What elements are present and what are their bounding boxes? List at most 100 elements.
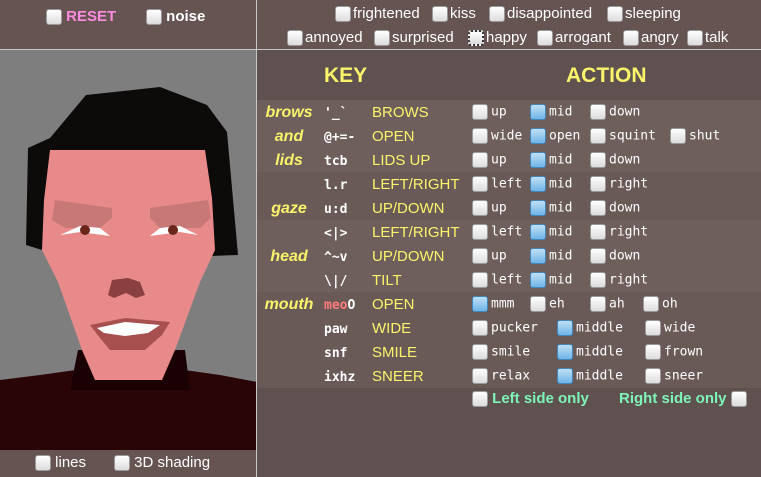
option-oh[interactable]: oh bbox=[643, 296, 678, 312]
left-side-only[interactable]: Left side only bbox=[472, 390, 589, 408]
option-mid[interactable]: mid bbox=[530, 104, 572, 120]
option-mmm[interactable]: mmm bbox=[472, 296, 514, 312]
reset-checkbox[interactable] bbox=[46, 9, 62, 26]
option-checkbox[interactable] bbox=[530, 224, 546, 240]
option-checkbox[interactable] bbox=[590, 272, 606, 288]
option-checkbox[interactable] bbox=[643, 296, 659, 312]
option-mid[interactable]: mid bbox=[530, 200, 572, 216]
right-side-only[interactable]: Right side only bbox=[619, 390, 747, 408]
option-checkbox[interactable] bbox=[530, 176, 546, 192]
option-checkbox[interactable] bbox=[557, 320, 573, 336]
option-left[interactable]: left bbox=[472, 272, 522, 288]
option-up[interactable]: up bbox=[472, 200, 507, 216]
option-left[interactable]: left bbox=[472, 176, 522, 192]
option-checkbox[interactable] bbox=[472, 272, 488, 288]
option-eh[interactable]: eh bbox=[530, 296, 565, 312]
emotion-kiss[interactable]: kiss bbox=[432, 5, 476, 23]
option-right[interactable]: right bbox=[590, 224, 648, 240]
option-checkbox[interactable] bbox=[530, 128, 546, 144]
reset-control[interactable]: RESET bbox=[46, 8, 116, 26]
option-up[interactable]: up bbox=[472, 248, 507, 264]
option-checkbox[interactable] bbox=[472, 200, 488, 216]
option-checkbox[interactable] bbox=[472, 152, 488, 168]
option-pucker[interactable]: pucker bbox=[472, 320, 538, 336]
option-middle[interactable]: middle bbox=[557, 368, 623, 384]
option-checkbox[interactable] bbox=[670, 128, 686, 144]
angry-checkbox[interactable] bbox=[623, 30, 639, 47]
kiss-checkbox[interactable] bbox=[432, 6, 448, 23]
noise-control[interactable]: noise bbox=[146, 8, 205, 26]
option-checkbox[interactable] bbox=[590, 152, 606, 168]
annoyed-checkbox[interactable] bbox=[287, 30, 303, 47]
option-checkbox[interactable] bbox=[472, 176, 488, 192]
option-down[interactable]: down bbox=[590, 104, 640, 120]
noise-checkbox[interactable] bbox=[146, 9, 162, 26]
option-ah[interactable]: ah bbox=[590, 296, 625, 312]
option-wide[interactable]: wide bbox=[472, 128, 522, 144]
option-left[interactable]: left bbox=[472, 224, 522, 240]
option-mid[interactable]: mid bbox=[530, 176, 572, 192]
option-open[interactable]: open bbox=[530, 128, 580, 144]
shading-checkbox[interactable] bbox=[114, 455, 130, 472]
option-checkbox[interactable] bbox=[645, 320, 661, 336]
option-down[interactable]: down bbox=[590, 200, 640, 216]
option-checkbox[interactable] bbox=[645, 368, 661, 384]
option-checkbox[interactable] bbox=[530, 296, 546, 312]
option-shut[interactable]: shut bbox=[670, 128, 720, 144]
option-checkbox[interactable] bbox=[472, 248, 488, 264]
option-mid[interactable]: mid bbox=[530, 152, 572, 168]
option-up[interactable]: up bbox=[472, 104, 507, 120]
emotion-sleeping[interactable]: sleeping bbox=[607, 5, 681, 23]
option-sneer[interactable]: sneer bbox=[645, 368, 703, 384]
option-checkbox[interactable] bbox=[472, 104, 488, 120]
option-checkbox[interactable] bbox=[590, 248, 606, 264]
option-checkbox[interactable] bbox=[557, 344, 573, 360]
emotion-happy[interactable]: happy bbox=[468, 29, 527, 47]
option-checkbox[interactable] bbox=[590, 176, 606, 192]
emotion-disappointed[interactable]: disappointed bbox=[489, 5, 592, 23]
option-checkbox[interactable] bbox=[645, 344, 661, 360]
option-mid[interactable]: mid bbox=[530, 224, 572, 240]
surprised-checkbox[interactable] bbox=[374, 30, 390, 47]
emotion-annoyed[interactable]: annoyed bbox=[287, 29, 363, 47]
option-down[interactable]: down bbox=[590, 152, 640, 168]
option-checkbox[interactable] bbox=[530, 248, 546, 264]
frightened-checkbox[interactable] bbox=[335, 6, 351, 23]
lines-control[interactable]: lines bbox=[35, 454, 86, 472]
option-smile[interactable]: smile bbox=[472, 344, 530, 360]
option-checkbox[interactable] bbox=[530, 272, 546, 288]
sleeping-checkbox[interactable] bbox=[607, 6, 623, 23]
option-up[interactable]: up bbox=[472, 152, 507, 168]
right-side-checkbox[interactable] bbox=[730, 391, 747, 408]
option-checkbox[interactable] bbox=[472, 368, 488, 384]
option-checkbox[interactable] bbox=[472, 320, 488, 336]
talk-checkbox[interactable] bbox=[687, 30, 703, 47]
option-checkbox[interactable] bbox=[472, 296, 488, 312]
option-squint[interactable]: squint bbox=[590, 128, 656, 144]
option-checkbox[interactable] bbox=[590, 104, 606, 120]
lines-checkbox[interactable] bbox=[35, 455, 51, 472]
option-checkbox[interactable] bbox=[557, 368, 573, 384]
option-checkbox[interactable] bbox=[472, 344, 488, 360]
option-checkbox[interactable] bbox=[472, 224, 488, 240]
option-checkbox[interactable] bbox=[590, 296, 606, 312]
emotion-angry[interactable]: angry bbox=[623, 29, 679, 47]
face-canvas[interactable] bbox=[0, 50, 257, 450]
option-middle[interactable]: middle bbox=[557, 320, 623, 336]
option-checkbox[interactable] bbox=[590, 224, 606, 240]
emotion-frightened[interactable]: frightened bbox=[335, 5, 420, 23]
happy-checkbox[interactable] bbox=[468, 30, 484, 47]
option-checkbox[interactable] bbox=[530, 152, 546, 168]
option-checkbox[interactable] bbox=[530, 200, 546, 216]
emotion-surprised[interactable]: surprised bbox=[374, 29, 454, 47]
option-middle[interactable]: middle bbox=[557, 344, 623, 360]
option-right[interactable]: right bbox=[590, 272, 648, 288]
option-checkbox[interactable] bbox=[590, 128, 606, 144]
left-side-checkbox[interactable] bbox=[472, 391, 488, 408]
option-relax[interactable]: relax bbox=[472, 368, 530, 384]
shading-control[interactable]: 3D shading bbox=[114, 454, 210, 472]
disappointed-checkbox[interactable] bbox=[489, 6, 505, 23]
option-checkbox[interactable] bbox=[472, 128, 488, 144]
arrogant-checkbox[interactable] bbox=[537, 30, 553, 47]
option-frown[interactable]: frown bbox=[645, 344, 703, 360]
